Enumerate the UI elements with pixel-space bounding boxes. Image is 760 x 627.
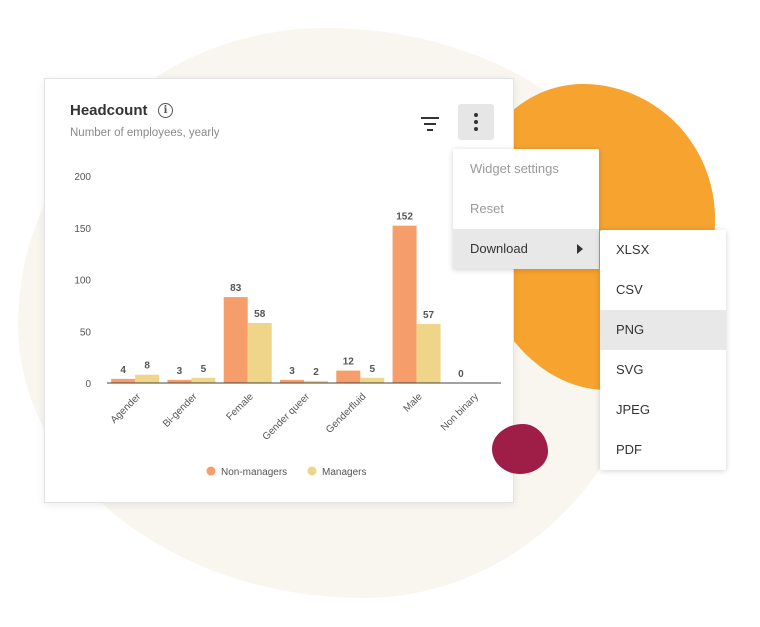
y-tick-label: 0 [85, 379, 91, 390]
download-submenu: XLSX CSV PNG SVG JPEG PDF [600, 230, 726, 470]
legend-label[interactable]: Non-managers [221, 467, 287, 478]
data-label: 2 [313, 367, 319, 378]
submenu-item-jpeg[interactable]: JPEG [600, 390, 726, 430]
y-tick-label: 200 [74, 172, 91, 183]
data-label: 3 [177, 366, 183, 377]
submenu-item-png[interactable]: PNG [600, 310, 726, 350]
bar-managers-bi-gender[interactable] [191, 377, 216, 383]
menu-item-download-label: Download [470, 241, 528, 256]
menu-item-download[interactable]: Download [453, 229, 599, 269]
bar-non-managers-genderfluid[interactable] [336, 370, 361, 383]
submenu-item-svg[interactable]: SVG [600, 350, 726, 390]
bar-non-managers-agender[interactable] [111, 378, 136, 383]
data-label: 0 [458, 369, 464, 380]
x-tick-label: Bi-gender [161, 391, 200, 430]
headcount-bar-chart: 200150100500 4 8 3 583583 2125152570 Agender… [74, 172, 501, 478]
data-label: 152 [396, 212, 413, 223]
data-label: 57 [423, 310, 435, 321]
x-tick-label: Gender queer [261, 391, 313, 443]
bar-managers-genderfluid[interactable] [360, 377, 385, 383]
menu-item-widget-settings[interactable]: Widget settings [453, 149, 599, 189]
data-label: 4 [120, 365, 126, 376]
x-axis: Agender Bi-gender Female Gender queer Gender… [107, 382, 501, 443]
data-label: 8 [144, 361, 150, 372]
x-tick-label: Male [402, 391, 425, 414]
legend-swatch [307, 466, 317, 476]
bar-managers-agender[interactable] [135, 374, 160, 383]
submenu-item-xlsx[interactable]: XLSX [600, 230, 726, 270]
data-label: 5 [370, 364, 376, 375]
bar-managers-female[interactable] [247, 322, 272, 383]
y-tick-label: 50 [80, 327, 92, 338]
bar-non-managers-female[interactable] [223, 297, 248, 383]
headcount-widget: Headcount i Number of employees, yearly … [44, 78, 514, 503]
bar-non-managers-male[interactable] [392, 225, 417, 383]
data-label: 12 [343, 357, 355, 368]
menu-item-reset[interactable]: Reset [453, 189, 599, 229]
y-tick-label: 100 [74, 276, 91, 287]
widget-menu: Widget settings Reset Download [453, 149, 599, 269]
data-label: 5 [201, 364, 207, 375]
submenu-item-csv[interactable]: CSV [600, 270, 726, 310]
data-label: 58 [254, 309, 266, 320]
x-tick-label: Non binary [439, 391, 481, 433]
red-decorative-blob [492, 424, 548, 474]
data-label: 3 [289, 366, 295, 377]
submenu-item-pdf[interactable]: PDF [600, 430, 726, 470]
data-label: 83 [230, 283, 242, 294]
x-tick-label: Female [224, 391, 256, 423]
y-axis: 200 150 100 50 0 [74, 172, 91, 390]
bars [111, 225, 441, 383]
caret-right-icon [577, 244, 583, 254]
x-tick-label: Genderfluid [324, 391, 368, 435]
legend-swatch [206, 466, 216, 476]
legend: Non-managers Managers [206, 466, 366, 478]
y-tick-label: 150 [74, 224, 91, 235]
legend-label[interactable]: Managers [322, 467, 366, 478]
bar-managers-male[interactable] [416, 324, 441, 383]
x-tick-label: Agender [109, 391, 144, 426]
